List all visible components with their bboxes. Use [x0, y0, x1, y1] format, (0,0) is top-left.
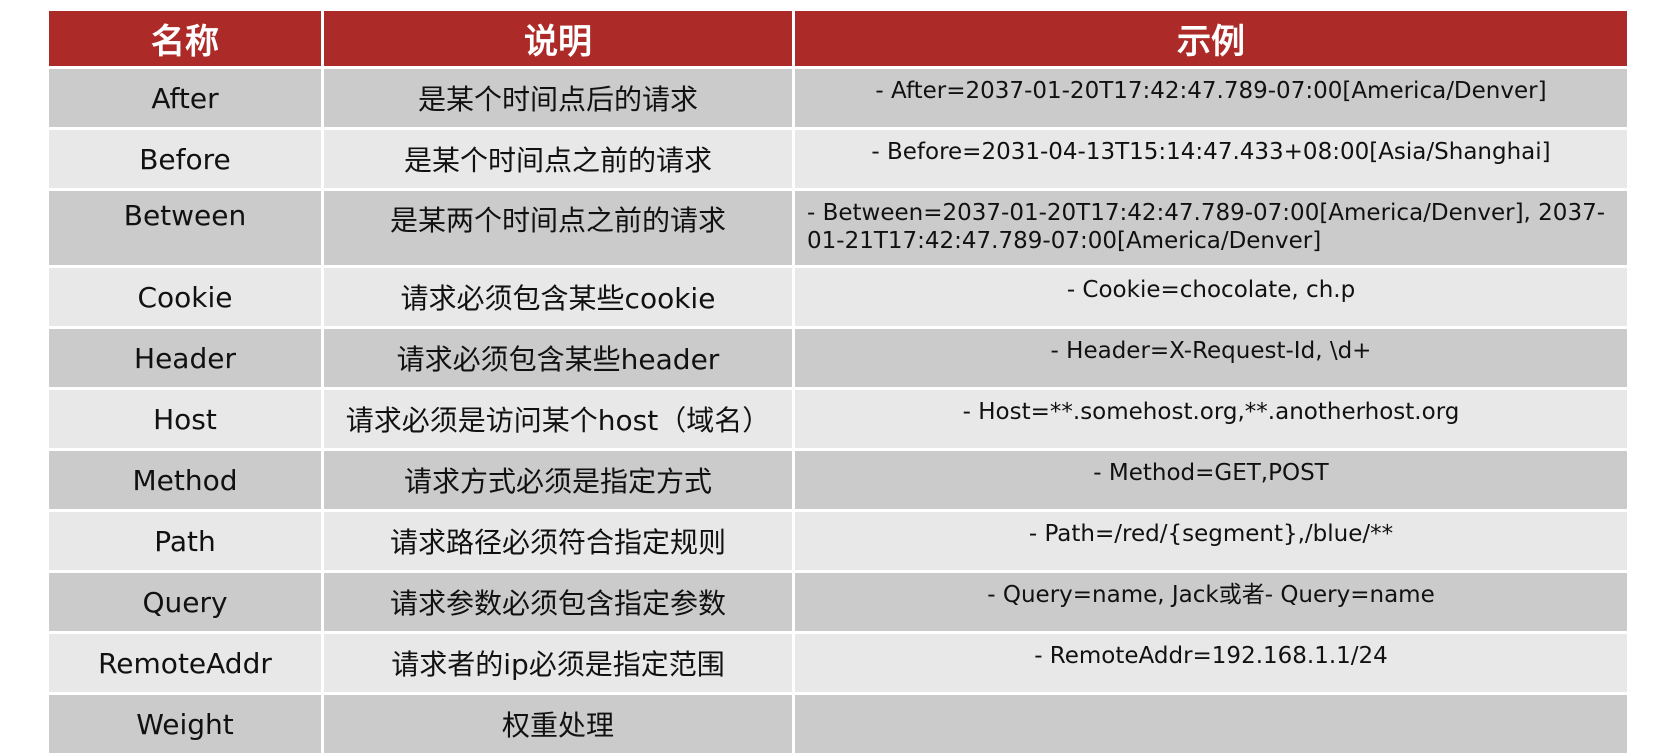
cell-description: 是某两个时间点之前的请求: [321, 188, 795, 268]
cell-name: Header: [46, 326, 324, 390]
header-description: 说明: [321, 11, 795, 69]
cell-example: [792, 692, 1630, 756]
table-row: Path 请求路径必须符合指定规则 - Path=/red/{segment},…: [46, 509, 1630, 573]
cell-description: 请求必须包含某些cookie: [321, 265, 795, 329]
table-row: Header 请求必须包含某些header - Header=X-Request…: [46, 326, 1630, 390]
cell-example: - After=2037-01-20T17:42:47.789-07:00[Am…: [792, 66, 1630, 130]
cell-example: - Path=/red/{segment},/blue/**: [792, 509, 1630, 573]
cell-description: 请求必须是访问某个host（域名）: [321, 387, 795, 451]
cell-description: 是某个时间点后的请求: [321, 66, 795, 130]
cell-description: 请求者的ip必须是指定范围: [321, 631, 795, 695]
table-header-row: 名称 说明 示例: [46, 11, 1630, 69]
cell-name: Before: [46, 127, 324, 191]
cell-description: 请求参数必须包含指定参数: [321, 570, 795, 634]
table-row: Host 请求必须是访问某个host（域名） - Host=**.somehos…: [46, 387, 1630, 451]
cell-description: 请求必须包含某些header: [321, 326, 795, 390]
table-row: After 是某个时间点后的请求 - After=2037-01-20T17:4…: [46, 66, 1630, 130]
cell-name: Weight: [46, 692, 324, 756]
predicate-table: 名称 说明 示例 After 是某个时间点后的请求 - After=2037-0…: [46, 11, 1630, 756]
header-example: 示例: [792, 11, 1630, 69]
cell-name: After: [46, 66, 324, 130]
table-row: RemoteAddr 请求者的ip必须是指定范围 - RemoteAddr=19…: [46, 631, 1630, 695]
table-row: Weight 权重处理: [46, 692, 1630, 756]
cell-example: - Query=name, Jack或者- Query=name: [792, 570, 1630, 634]
table-row: Query 请求参数必须包含指定参数 - Query=name, Jack或者-…: [46, 570, 1630, 634]
cell-name: Method: [46, 448, 324, 512]
table-row: Between 是某两个时间点之前的请求 - Between=2037-01-2…: [46, 188, 1630, 268]
cell-example: - Host=**.somehost.org,**.anotherhost.or…: [792, 387, 1630, 451]
cell-description: 是某个时间点之前的请求: [321, 127, 795, 191]
cell-name: Cookie: [46, 265, 324, 329]
cell-example: - RemoteAddr=192.168.1.1/24: [792, 631, 1630, 695]
cell-example: - Cookie=chocolate, ch.p: [792, 265, 1630, 329]
table-row: Cookie 请求必须包含某些cookie - Cookie=chocolate…: [46, 265, 1630, 329]
predicate-table-container: 名称 说明 示例 After 是某个时间点后的请求 - After=2037-0…: [46, 11, 1630, 756]
cell-example: - Method=GET,POST: [792, 448, 1630, 512]
cell-example: - Before=2031-04-13T15:14:47.433+08:00[A…: [792, 127, 1630, 191]
cell-example: - Between=2037-01-20T17:42:47.789-07:00[…: [792, 188, 1630, 268]
cell-description: 权重处理: [321, 692, 795, 756]
cell-description: 请求路径必须符合指定规则: [321, 509, 795, 573]
cell-name: Host: [46, 387, 324, 451]
cell-name: RemoteAddr: [46, 631, 324, 695]
cell-example: - Header=X-Request-Id, \d+: [792, 326, 1630, 390]
cell-name: Query: [46, 570, 324, 634]
header-name: 名称: [46, 11, 324, 69]
table-row: Before 是某个时间点之前的请求 - Before=2031-04-13T1…: [46, 127, 1630, 191]
table-row: Method 请求方式必须是指定方式 - Method=GET,POST: [46, 448, 1630, 512]
cell-description: 请求方式必须是指定方式: [321, 448, 795, 512]
cell-name: Path: [46, 509, 324, 573]
cell-name: Between: [46, 188, 324, 268]
